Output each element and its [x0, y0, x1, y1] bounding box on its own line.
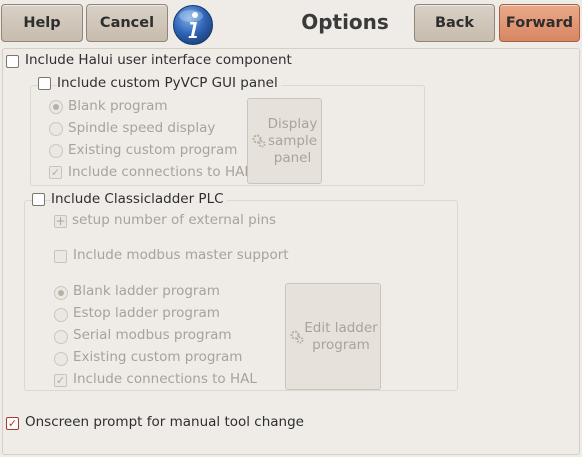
edit-ladder-program-label: Edit ladder program [304, 319, 378, 353]
forward-button[interactable]: Forward [499, 4, 580, 42]
classicladder-label: Include Classicladder PLC [51, 191, 227, 207]
halui-checkbox[interactable] [6, 55, 19, 68]
ladder-estop-radio[interactable] [54, 308, 68, 322]
gears-icon [290, 330, 304, 343]
pyvcp-checkbox[interactable] [38, 77, 51, 90]
pyvcp-blank-radio[interactable] [49, 100, 63, 114]
pyvcp-existing-radio[interactable] [49, 144, 63, 158]
display-sample-panel-label: Display sample panel [267, 115, 318, 166]
pyvcp-blank-label: Blank program [68, 98, 168, 114]
toolchange-checkbox[interactable]: ✓ [6, 417, 19, 430]
ladder-serial-radio[interactable] [54, 330, 68, 344]
ladder-blank-label: Blank ladder program [73, 283, 220, 299]
external-pins-label[interactable]: setup number of external pins [72, 212, 276, 228]
pyvcp-existing-label: Existing custom program [68, 142, 238, 158]
modbus-checkbox[interactable] [54, 250, 67, 263]
ladder-blank-radio[interactable] [54, 286, 68, 300]
toolchange-label: Onscreen prompt for manual tool change [25, 414, 304, 430]
gears-icon [252, 134, 266, 148]
page-title: Options [301, 10, 389, 34]
halui-label: Include Halui user interface component [25, 52, 292, 68]
options-window: Help Cancel Options Back Forward Include… [0, 0, 582, 457]
pyvcp-label: Include custom PyVCP GUI panel [57, 75, 281, 91]
cancel-button[interactable]: Cancel [86, 4, 168, 42]
pyvcp-connections-label: Include connections to HAL [68, 164, 252, 180]
display-sample-panel-button[interactable]: Display sample panel [247, 98, 322, 184]
expand-pins-icon[interactable]: + [54, 215, 67, 228]
pyvcp-spindle-radio[interactable] [49, 122, 63, 136]
ladder-connections-label: Include connections to HAL [73, 371, 257, 387]
ladder-connections-checkbox[interactable]: ✓ [54, 374, 67, 387]
edit-ladder-program-button[interactable]: Edit ladder program [285, 283, 381, 390]
ladder-serial-label: Serial modbus program [73, 327, 232, 343]
pyvcp-spindle-label: Spindle speed display [68, 120, 216, 136]
ladder-existing-radio[interactable] [54, 352, 68, 366]
back-button[interactable]: Back [414, 4, 495, 42]
ladder-estop-label: Estop ladder program [73, 305, 220, 321]
classicladder-checkbox[interactable] [32, 193, 45, 206]
modbus-label: Include modbus master support [73, 247, 289, 263]
info-icon [173, 5, 213, 45]
pyvcp-connections-checkbox[interactable]: ✓ [49, 166, 62, 179]
ladder-existing-label: Existing custom program [73, 349, 243, 365]
help-button[interactable]: Help [1, 4, 83, 42]
